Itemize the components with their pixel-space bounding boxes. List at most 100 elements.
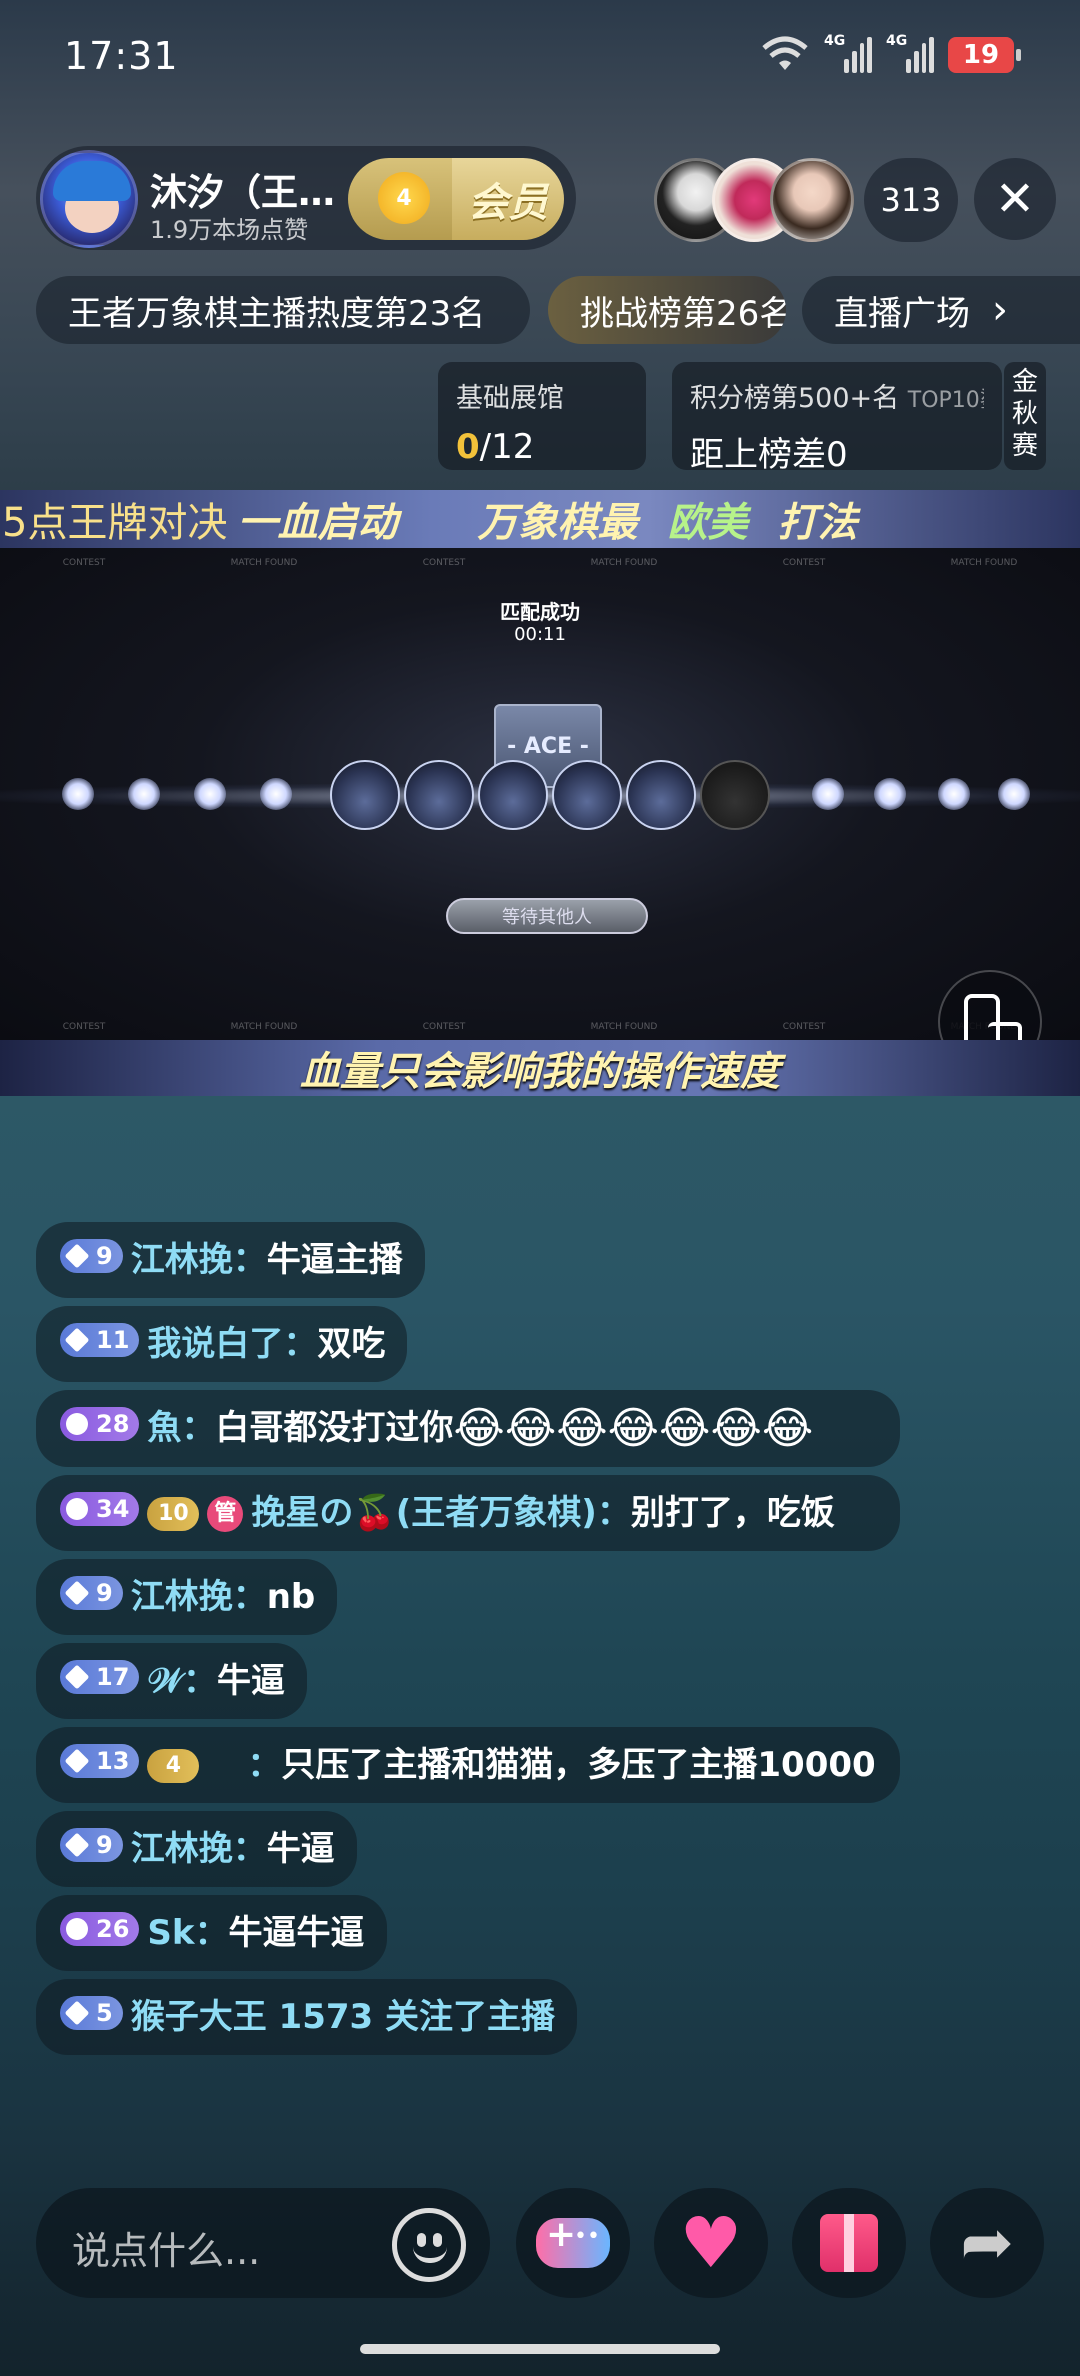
manager-badge: 管: [207, 1496, 244, 1532]
gallery-card[interactable]: 基础展馆 0/12: [438, 362, 646, 470]
cell-signal-1-icon: 4G: [824, 33, 872, 73]
bg-label: MATCH FOUND: [230, 558, 298, 568]
chat-message[interactable]: 26 Sk：牛逼牛逼: [36, 1895, 387, 1971]
home-indicator[interactable]: [360, 2344, 720, 2354]
bg-label: CONTEST: [422, 558, 466, 568]
fan-level: 4: [396, 185, 412, 211]
match-time: 00:11: [514, 624, 566, 645]
chat-text: 双吃: [317, 1324, 386, 1364]
like-button[interactable]: ♥: [654, 2188, 768, 2298]
fan-badge: 10: [147, 1497, 200, 1531]
host-likes: 1.9万本场点赞: [150, 216, 309, 244]
chat-system-text[interactable]: 猴子大王 1573 关注了主播: [131, 1997, 555, 2037]
gem-icon: [64, 1580, 90, 1606]
hot-rank-tag[interactable]: 王者万象棋主播热度第23名: [36, 276, 530, 344]
gem-icon: [64, 1832, 90, 1858]
gift-icon: [820, 2214, 878, 2272]
chat-username[interactable]: 挽星の🍒(王者万象棋)：: [251, 1493, 630, 1533]
chat-username[interactable]: 江林挽：: [131, 1577, 267, 1617]
banner-text-a: 5点王牌对决: [2, 500, 228, 546]
rank-card[interactable]: 积分榜第500+名 TOP10鎏 距上榜差0: [672, 362, 1002, 475]
level-number: 9: [96, 1831, 113, 1859]
game-button[interactable]: [516, 2188, 630, 2298]
chat-message[interactable]: 34 10 管挽星の🍒(王者万象棋)：别打了，吃饭: [36, 1475, 900, 1551]
rank-title: 积分榜第500+名: [690, 383, 900, 414]
chat-message[interactable]: 17 𝒲：牛逼: [36, 1643, 308, 1719]
player-avatar-waiting: [700, 760, 770, 830]
light-dot: [938, 778, 970, 810]
rank-diff: 距上榜差0: [690, 435, 848, 475]
user-level-badge: 5: [60, 1996, 123, 2030]
level-number: 13: [96, 1747, 130, 1775]
fan-badge: 4: [147, 1749, 200, 1783]
user-level-badge: 28: [60, 1407, 140, 1441]
host-avatar[interactable]: [40, 150, 138, 248]
bg-label: CONTEST: [782, 558, 826, 568]
level-number: 9: [96, 1579, 113, 1607]
chat-text: 白哥都没打过你: [215, 1408, 454, 1448]
viewer-avatar-3[interactable]: [770, 158, 854, 242]
live-plaza-tag[interactable]: 直播广场 ›: [802, 276, 1080, 344]
chat-message-follow[interactable]: 5 猴子大王 1573 关注了主播: [36, 1979, 578, 2055]
close-button[interactable]: ✕: [974, 158, 1056, 240]
bg-label: MATCH FOUND: [590, 558, 658, 568]
user-level-badge: 9: [60, 1239, 123, 1273]
video-top-banner: 5点王牌对决 一血启动 万象棋最 欧美 打法: [0, 490, 1080, 548]
user-level-badge: 13: [60, 1744, 140, 1778]
chat-message[interactable]: 9 江林挽：nb: [36, 1559, 338, 1635]
chat-username[interactable]: 我说白了：: [147, 1324, 317, 1364]
player-avatar: [552, 760, 622, 830]
autumn-event-card[interactable]: 金秋赛: [1004, 362, 1046, 470]
vip-button[interactable]: 会员: [452, 158, 564, 240]
laughing-crying-emoji-icon: 😂😂😂😂😂😂😂: [453, 1403, 814, 1454]
fan-level-heart-icon[interactable]: 4: [378, 172, 430, 224]
gem-icon: [66, 1498, 88, 1520]
gallery-title: 基础展馆: [456, 383, 564, 414]
challenge-rank-tag[interactable]: 挑战榜第26名: [548, 276, 786, 344]
chat-message[interactable]: 9 江林挽：牛逼: [36, 1811, 357, 1887]
bg-label: CONTEST: [422, 1022, 466, 1032]
live-video[interactable]: CONTEST MATCH FOUND CONTEST MATCH FOUND CO…: [0, 548, 1080, 1040]
chat-message[interactable]: 11 我说白了：双吃: [36, 1306, 408, 1382]
chat-username[interactable]: Sk：: [147, 1913, 228, 1953]
share-arrow-icon: ➦: [960, 2206, 1014, 2280]
gem-icon: [66, 1918, 88, 1940]
chat-text: 只压了主播和猫猫，多压了主播10000: [281, 1745, 876, 1785]
host-name[interactable]: 沐汐（王…: [150, 162, 335, 216]
gem-icon: [64, 1748, 90, 1774]
chat-username[interactable]: 江林挽：: [131, 1829, 267, 1869]
waiting-others-label: 等待其他人: [446, 898, 648, 934]
user-level-badge: 26: [60, 1912, 140, 1946]
video-bottom-banner: 血量只会影响我的操作速度: [0, 1040, 1080, 1096]
chat-username[interactable]: 江林挽：: [131, 1240, 267, 1280]
level-number: 5: [96, 1999, 113, 2027]
chat-message[interactable]: 13 4 ：只压了主播和猫猫，多压了主播10000: [36, 1727, 900, 1803]
level-number: 17: [96, 1663, 130, 1691]
chat-username[interactable]: 魚：: [147, 1408, 215, 1448]
gem-icon: [66, 1413, 88, 1435]
player-avatar: [404, 760, 474, 830]
bg-label: MATCH FOUND: [950, 558, 1018, 568]
share-button[interactable]: ➦: [930, 2188, 1044, 2298]
rank-top: TOP10鎏: [907, 388, 984, 413]
live-plaza-label: 直播广场: [834, 293, 970, 334]
chevron-right-icon: ›: [992, 287, 1008, 333]
comment-placeholder[interactable]: 说点什么...: [72, 2220, 260, 2275]
status-time: 17:31: [64, 34, 179, 78]
light-dot: [812, 778, 844, 810]
chat-message[interactable]: 28 魚：白哥都没打过你😂😂😂😂😂😂😂: [36, 1390, 900, 1467]
gem-icon: [64, 2000, 90, 2026]
cell-signal-2-icon: 4G: [886, 33, 934, 73]
bg-label: MATCH FOUND: [590, 1022, 658, 1032]
chat-list[interactable]: 9 江林挽：牛逼主播 11 我说白了：双吃 28 魚：白哥都没打过你😂😂😂😂😂😂😂 3…: [36, 1222, 906, 2063]
chat-message[interactable]: 9 江林挽：牛逼主播: [36, 1222, 425, 1298]
bg-label: CONTEST: [62, 1022, 106, 1032]
gift-button[interactable]: [792, 2188, 906, 2298]
banner-text-b: 一血启动: [237, 500, 398, 546]
user-level-badge: 17: [60, 1660, 140, 1694]
chat-username[interactable]: ：: [247, 1745, 281, 1785]
user-level-badge: 9: [60, 1828, 123, 1862]
chat-username[interactable]: 𝒲：: [147, 1661, 217, 1701]
viewer-count[interactable]: 313: [864, 158, 958, 242]
emoji-face-icon[interactable]: [392, 2208, 466, 2282]
